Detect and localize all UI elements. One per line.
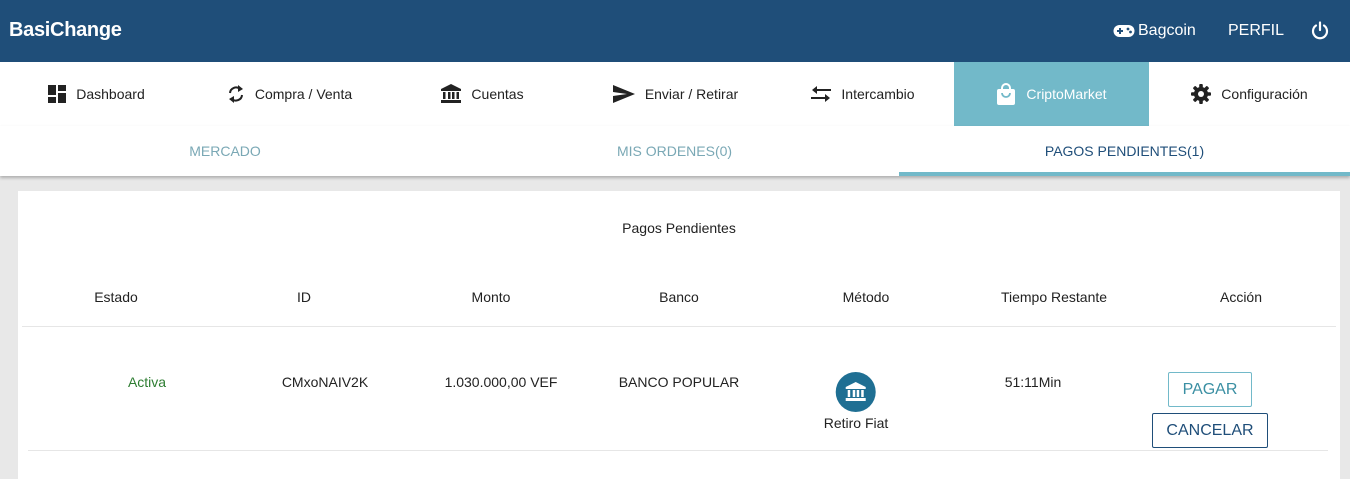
brand-logo[interactable]: BasiChange — [9, 19, 122, 42]
bagcoin-label: Bagcoin — [1138, 22, 1196, 39]
method-badge — [835, 372, 876, 412]
column-header-estado: Estado — [94, 289, 138, 305]
main-nav: Dashboard Compra / Venta Cuentas Enviar … — [0, 62, 1350, 126]
nav-label: Compra / Venta — [254, 86, 353, 102]
logout-button[interactable] — [1310, 0, 1330, 62]
nav-dashboard[interactable]: Dashboard — [0, 62, 193, 126]
nav-label: Dashboard — [76, 86, 145, 102]
nav-cuentas[interactable]: Cuentas — [386, 62, 579, 126]
tab-mis-ordenes[interactable]: MIS ORDENES(0) — [450, 126, 899, 176]
bank-icon — [441, 84, 462, 103]
nav-label: CriptoMarket — [1026, 86, 1107, 102]
profile-link[interactable]: PERFIL — [1228, 0, 1284, 62]
bagcoin-link[interactable]: Bagcoin — [1113, 0, 1196, 62]
column-header-monto: Monto — [471, 289, 511, 305]
top-bar: BasiChange Bagcoin PERFIL — [0, 0, 1350, 62]
column-header-tiempo: Tiempo Restante — [1000, 289, 1108, 305]
nav-label: Configuración — [1221, 86, 1308, 102]
column-header-accion: Acción — [1219, 289, 1263, 305]
dashboard-icon — [48, 85, 67, 103]
status-badge: Activa — [127, 374, 167, 390]
method-label: Retiro Fiat — [823, 415, 889, 431]
header-divider — [22, 326, 1336, 327]
pay-button[interactable]: PAGAR — [1168, 372, 1252, 407]
pending-payments-card: Pagos Pendientes Estado ID Monto Banco M… — [18, 191, 1340, 479]
column-header-banco: Banco — [659, 289, 699, 305]
nav-configuracion[interactable]: Configuración — [1149, 62, 1350, 126]
bank-name: BANCO POPULAR — [618, 374, 740, 390]
nav-intercambio[interactable]: Intercambio — [772, 62, 954, 126]
row-divider — [28, 450, 1328, 451]
refresh-icon — [228, 85, 243, 103]
nav-label: Enviar / Retirar — [644, 86, 739, 102]
send-icon — [612, 85, 635, 103]
swap-icon — [811, 86, 832, 102]
tab-pagos-pendientes[interactable]: PAGOS PENDIENTES(1) — [899, 126, 1350, 176]
time-remaining: 51:11Min — [1004, 374, 1062, 390]
nav-criptomarket[interactable]: CriptoMarket — [954, 62, 1149, 126]
power-icon — [1311, 21, 1329, 40]
bank-icon — [845, 382, 866, 401]
gamepad-icon — [1113, 25, 1135, 37]
cancel-button[interactable]: CANCELAR — [1152, 413, 1268, 448]
page-title: Pagos Pendientes — [622, 220, 736, 236]
shopping-bag-icon — [997, 83, 1016, 105]
subtabs: MERCADO MIS ORDENES(0) PAGOS PENDIENTES(… — [0, 126, 1350, 176]
active-tab-indicator — [899, 172, 1350, 176]
tab-mercado[interactable]: MERCADO — [0, 126, 450, 176]
order-id: CMxoNAIV2K — [281, 374, 369, 390]
gear-icon — [1191, 84, 1212, 104]
column-header-id: ID — [297, 289, 311, 305]
nav-label: Cuentas — [471, 86, 524, 102]
nav-enviar-retirar[interactable]: Enviar / Retirar — [579, 62, 772, 126]
nav-compra-venta[interactable]: Compra / Venta — [193, 62, 386, 126]
amount: 1.030.000,00 VEF — [444, 374, 558, 390]
nav-label: Intercambio — [841, 86, 915, 102]
column-header-metodo: Método — [842, 289, 890, 305]
payment-method: Retiro Fiat — [823, 372, 889, 431]
